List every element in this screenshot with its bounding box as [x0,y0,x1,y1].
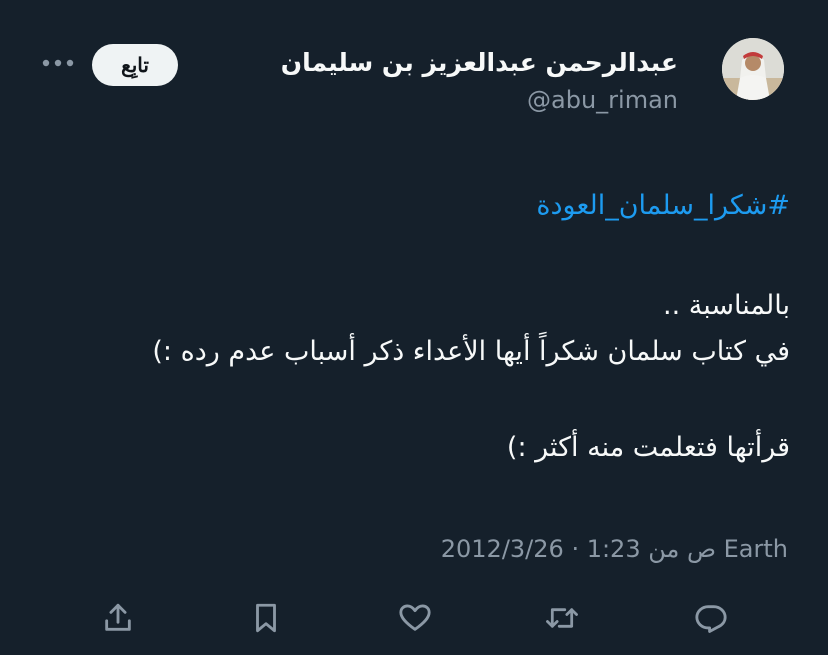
like-button[interactable] [391,594,439,642]
tweet-text-line-2: في كتاب سلمان شكراً أيها الأعداء ذكر أسب… [152,336,790,367]
retweet-button[interactable] [538,594,586,642]
retweet-icon [546,608,578,628]
author-handle[interactable]: @abu_riman [527,86,678,114]
tweet-timestamp[interactable]: 2012/3/26 · 1:23 ص من Earth [441,535,788,563]
heart-icon [399,604,431,631]
more-horizontal-icon [42,59,74,67]
avatar-image [722,38,784,100]
reply-button[interactable] [687,594,735,642]
tweet-text-line-3: قرأتها فتعلمت منه أكثر :) [506,432,790,463]
author-display-name[interactable]: عبدالرحمن عبدالعزيز بن سليمان [281,48,678,77]
avatar[interactable] [722,38,784,100]
reply-icon [695,605,727,633]
bookmark-button[interactable] [242,594,290,642]
tweet-text-line-1: بالمناسبة .. [663,290,790,321]
share-icon [105,603,131,631]
follow-button[interactable]: تابِع [92,44,178,86]
action-bar [0,594,828,646]
share-button[interactable] [94,594,142,642]
bookmark-icon [256,603,276,633]
more-button[interactable] [38,48,78,78]
hashtag-link[interactable]: #شكرا_سلمان_العودة [536,190,790,221]
